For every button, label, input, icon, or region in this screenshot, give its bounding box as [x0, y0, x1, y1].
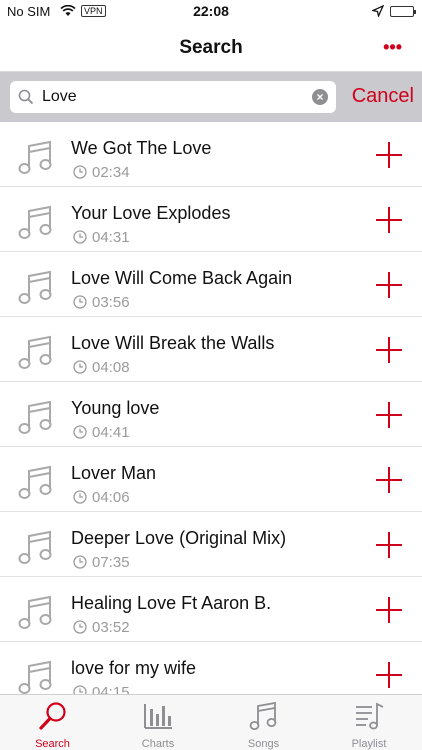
search-icon: [18, 89, 34, 110]
search-bar: × Cancel: [0, 72, 422, 122]
song-duration: 03:52: [73, 619, 130, 638]
duration-text: 04:31: [92, 229, 130, 246]
results-list: We Got The Love 02:34 Your Love Explodes 04…: [0, 122, 422, 694]
song-row[interactable]: Healing Love Ft Aaron B. 03:52: [0, 577, 422, 642]
music-note-icon: [16, 268, 56, 313]
cancel-button[interactable]: Cancel: [352, 85, 414, 108]
song-duration: 04:41: [73, 424, 130, 443]
tab-search[interactable]: Search: [0, 695, 105, 750]
charts-icon: [106, 701, 211, 736]
add-song-button[interactable]: [376, 207, 402, 233]
song-row[interactable]: Your Love Explodes 04:31: [0, 187, 422, 252]
clock-icon: [73, 425, 87, 443]
song-title: Young love: [71, 398, 160, 418]
song-title: Your Love Explodes: [71, 203, 231, 223]
add-song-button[interactable]: [376, 532, 402, 558]
clock-icon: [73, 165, 87, 183]
tab-playlist[interactable]: Playlist: [317, 695, 422, 750]
song-row[interactable]: Young love 04:41: [0, 382, 422, 447]
duration-text: 03:52: [92, 619, 130, 636]
duration-text: 03:56: [92, 294, 130, 311]
duration-text: 04:08: [92, 359, 130, 376]
location-arrow-icon: [370, 4, 385, 22]
status-bar: No SIM VPN 22:08: [0, 0, 422, 24]
tab-bar: Search Charts Songs Playlist: [0, 694, 422, 750]
song-duration: 04:31: [73, 229, 130, 248]
music-note-icon: [16, 658, 56, 694]
tab-songs[interactable]: Songs: [211, 695, 316, 750]
song-row[interactable]: Deeper Love (Original Mix) 07:35: [0, 512, 422, 577]
add-song-button[interactable]: [376, 142, 402, 168]
song-duration: 07:35: [73, 554, 130, 573]
clock-icon: [73, 685, 87, 694]
song-title: love for my wife: [71, 658, 197, 678]
song-row[interactable]: We Got The Love 02:34: [0, 122, 422, 187]
song-row[interactable]: Love Will Come Back Again 03:56: [0, 252, 422, 317]
song-title: Love Will Break the Walls: [71, 333, 275, 353]
more-menu-button[interactable]: •••: [383, 38, 402, 56]
music-note-icon: [16, 593, 56, 638]
music-note-icon: [211, 701, 316, 736]
search-icon: [0, 701, 105, 736]
clock-icon: [73, 295, 87, 313]
clock-icon: [73, 490, 87, 508]
song-title: Love Will Come Back Again: [71, 268, 293, 288]
tab-label: Songs: [247, 738, 280, 750]
search-field[interactable]: ×: [10, 81, 336, 113]
page-title: Search: [179, 37, 243, 58]
add-song-button[interactable]: [376, 467, 402, 493]
clock-icon: [73, 555, 87, 573]
music-note-icon: [16, 203, 56, 248]
clock-icon: [73, 230, 87, 248]
add-song-button[interactable]: [376, 662, 402, 688]
duration-text: 04:06: [92, 489, 130, 506]
duration-text: 07:35: [92, 554, 130, 571]
tab-label: Search: [35, 738, 70, 750]
clock-icon: [73, 360, 87, 378]
clear-search-icon[interactable]: ×: [312, 89, 328, 105]
add-song-button[interactable]: [376, 597, 402, 623]
song-row[interactable]: Love Will Break the Walls 04:08: [0, 317, 422, 382]
duration-text: 04:15: [92, 684, 130, 694]
tab-label: Playlist: [351, 738, 387, 750]
duration-text: 02:34: [92, 164, 130, 181]
add-song-button[interactable]: [376, 272, 402, 298]
tab-charts[interactable]: Charts: [106, 695, 211, 750]
clock-icon: [73, 620, 87, 638]
music-note-icon: [16, 138, 56, 183]
music-note-icon: [16, 463, 56, 508]
song-duration: 04:06: [73, 489, 130, 508]
song-duration: 02:34: [73, 164, 130, 183]
status-time: 22:08: [193, 3, 229, 19]
playlist-icon: [317, 701, 422, 736]
battery-icon: [390, 6, 416, 17]
navigation-bar: Search •••: [0, 24, 422, 72]
music-note-icon: [16, 528, 56, 573]
music-note-icon: [16, 333, 56, 378]
search-input[interactable]: [42, 85, 302, 109]
song-duration: 03:56: [73, 294, 130, 313]
music-note-icon: [16, 398, 56, 443]
song-title: Healing Love Ft Aaron B.: [71, 593, 272, 613]
add-song-button[interactable]: [376, 337, 402, 363]
song-title: We Got The Love: [71, 138, 212, 158]
duration-text: 04:41: [92, 424, 130, 441]
song-row[interactable]: love for my wife 04:15: [0, 642, 422, 694]
song-duration: 04:08: [73, 359, 130, 378]
tab-label: Charts: [141, 738, 175, 750]
song-title: Deeper Love (Original Mix): [71, 528, 287, 548]
add-song-button[interactable]: [376, 402, 402, 428]
song-duration: 04:15: [73, 684, 130, 694]
song-row[interactable]: Lover Man 04:06: [0, 447, 422, 512]
song-title: Lover Man: [71, 463, 157, 483]
